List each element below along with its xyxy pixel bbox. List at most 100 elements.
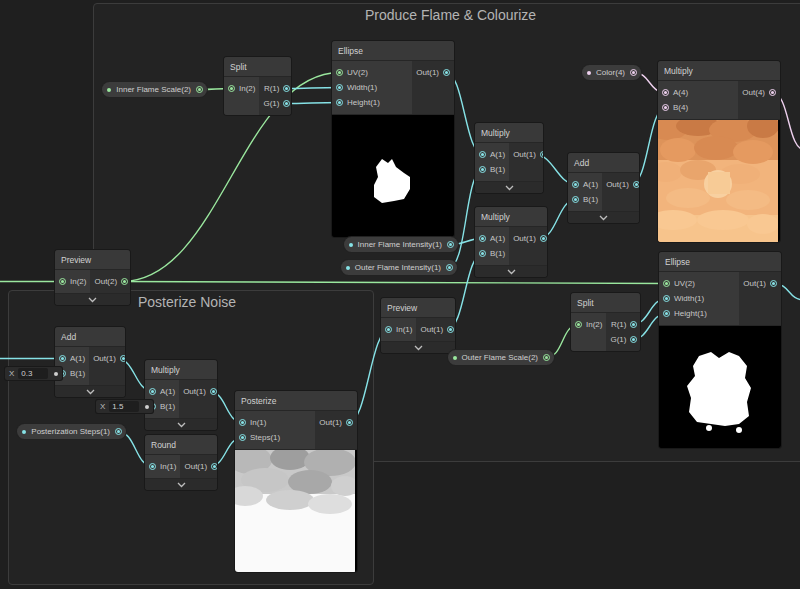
input-port[interactable]: In(2)	[59, 274, 86, 289]
expand-bar[interactable]	[475, 181, 543, 193]
port-socket-icon[interactable]	[479, 151, 486, 158]
port-socket-icon[interactable]	[59, 355, 66, 362]
input-port[interactable]: B(4)	[662, 100, 734, 115]
port-socket-icon[interactable]	[479, 166, 486, 173]
input-port[interactable]: Height(1)	[336, 95, 408, 110]
port-socket-icon[interactable]	[540, 151, 543, 158]
port-socket-icon[interactable]	[336, 69, 343, 76]
input-port[interactable]: A(1)	[479, 147, 505, 162]
node-title[interactable]: Ellipse	[332, 41, 454, 61]
port-socket-icon[interactable]	[283, 100, 290, 107]
port-socket-icon[interactable]	[211, 463, 217, 470]
input-port[interactable]: Width(1)	[663, 291, 735, 306]
input-port[interactable]: Steps(1)	[239, 430, 311, 445]
port-socket-icon[interactable]	[479, 235, 486, 242]
port-socket-icon[interactable]	[662, 104, 669, 111]
output-port[interactable]: Out(1)	[513, 147, 543, 162]
port-socket-icon[interactable]	[121, 278, 128, 285]
expand-chevron-icon[interactable]	[177, 422, 186, 428]
port-socket-icon[interactable]	[115, 428, 122, 435]
port-socket-icon[interactable]	[769, 89, 776, 96]
port-socket-icon[interactable]	[210, 388, 217, 395]
shader-node[interactable]: Round In(1) Out(1)	[145, 435, 217, 490]
expand-bar[interactable]	[381, 341, 455, 353]
port-socket-icon[interactable]	[239, 419, 246, 426]
output-port[interactable]: R(1)	[264, 81, 291, 96]
port-socket-icon[interactable]	[447, 241, 454, 248]
shader-node[interactable]: PreviewIn(2)Out(2)	[55, 250, 130, 305]
inline-value-field[interactable]: X1.5	[96, 400, 153, 413]
port-socket-icon[interactable]	[196, 86, 203, 93]
output-port[interactable]: Out(1)	[416, 65, 450, 80]
port-socket-icon[interactable]	[633, 181, 639, 188]
expand-chevron-icon[interactable]	[414, 345, 423, 351]
shader-node[interactable]: EllipseUV(2)Width(1)Height(1)Out(1)	[659, 252, 781, 448]
output-port[interactable]: Out(1)	[743, 276, 777, 291]
shader-node[interactable]: PreviewIn(1)Out(1)	[381, 298, 455, 353]
expand-bar[interactable]	[55, 385, 125, 397]
port-socket-icon[interactable]	[283, 85, 290, 92]
property-node[interactable]: Outer Flame Intensity(1)	[341, 260, 457, 275]
input-port[interactable]: In(1)	[385, 322, 412, 337]
port-socket-icon[interactable]	[630, 69, 637, 76]
port-socket-icon[interactable]	[540, 235, 547, 242]
port-socket-icon[interactable]	[59, 278, 66, 285]
input-port[interactable]: A(1)	[149, 384, 175, 399]
expand-bar[interactable]	[55, 293, 130, 305]
node-title[interactable]: Add	[568, 153, 639, 173]
output-port[interactable]: Out(1)	[420, 322, 454, 337]
output-port[interactable]: Out(1)	[606, 177, 639, 192]
property-node[interactable]: Outer Flame Scale(2)	[448, 350, 554, 365]
port-socket-icon[interactable]	[443, 69, 450, 76]
expand-bar[interactable]	[145, 478, 217, 490]
shader-node[interactable]: PosterizeIn(1)Steps(1)Out(1)	[235, 391, 357, 572]
node-title[interactable]: Add	[55, 327, 125, 347]
expand-bar[interactable]	[145, 418, 217, 430]
expand-chevron-icon[interactable]	[507, 269, 516, 275]
output-port[interactable]: R(1)	[611, 317, 638, 332]
group-title[interactable]: Posterize Noise	[138, 293, 236, 311]
port-socket-icon[interactable]	[346, 419, 353, 426]
port-socket-icon[interactable]	[446, 264, 453, 271]
property-node[interactable]: Inner Flame Scale(2)	[102, 82, 207, 97]
port-socket-icon[interactable]	[336, 84, 343, 91]
port-socket-icon[interactable]	[572, 196, 579, 203]
output-port[interactable]: Out(1)	[319, 415, 353, 430]
output-port[interactable]: G(1)	[263, 96, 290, 111]
node-title[interactable]: Ellipse	[659, 252, 781, 272]
port-socket-icon[interactable]	[630, 321, 637, 328]
port-socket-icon[interactable]	[149, 463, 156, 470]
port-socket-icon[interactable]	[385, 326, 392, 333]
shader-node[interactable]: AddA(1)B(1)Out(1)	[55, 327, 125, 397]
shader-node[interactable]: SplitIn(2)R(1)G(1)	[224, 57, 291, 115]
shader-node[interactable]: MultiplyA(1)B(1)Out(1)	[145, 360, 217, 430]
port-socket-icon[interactable]	[228, 85, 235, 92]
expand-chevron-icon[interactable]	[505, 185, 514, 191]
property-node[interactable]: Inner Flame Intensity(1)	[344, 237, 458, 252]
group-title[interactable]: Produce Flame & Colourize	[365, 6, 536, 24]
property-node[interactable]: Posterization Steps(1)	[17, 424, 126, 439]
port-socket-icon[interactable]	[479, 250, 486, 257]
expand-chevron-icon[interactable]	[88, 297, 97, 303]
node-title[interactable]: Round	[145, 435, 217, 455]
port-socket-icon[interactable]	[239, 434, 246, 441]
value-input[interactable]: 1.5	[109, 401, 139, 412]
input-port[interactable]: Height(1)	[663, 306, 735, 321]
expand-chevron-icon[interactable]	[177, 482, 186, 488]
node-title[interactable]: Split	[571, 293, 640, 313]
node-title[interactable]: Multiply	[475, 207, 547, 227]
property-node[interactable]: Color(4)	[582, 65, 641, 80]
expand-chevron-icon[interactable]	[86, 389, 95, 395]
shader-graph-canvas[interactable]: Produce Flame & Colourize Posterize Noise…	[0, 0, 800, 589]
port-socket-icon[interactable]	[572, 181, 579, 188]
output-port[interactable]: Out(1)	[184, 459, 217, 474]
inline-value-field[interactable]: X0.3	[5, 367, 62, 380]
value-input[interactable]: 0.3	[18, 368, 48, 379]
port-socket-icon[interactable]	[120, 355, 125, 362]
input-port[interactable]: B(1)	[572, 192, 598, 207]
output-port[interactable]: Out(1)	[183, 384, 217, 399]
port-socket-icon[interactable]	[336, 99, 343, 106]
port-socket-icon[interactable]	[662, 89, 669, 96]
input-port[interactable]: In(1)	[149, 459, 176, 474]
input-port[interactable]: UV(2)	[336, 65, 408, 80]
